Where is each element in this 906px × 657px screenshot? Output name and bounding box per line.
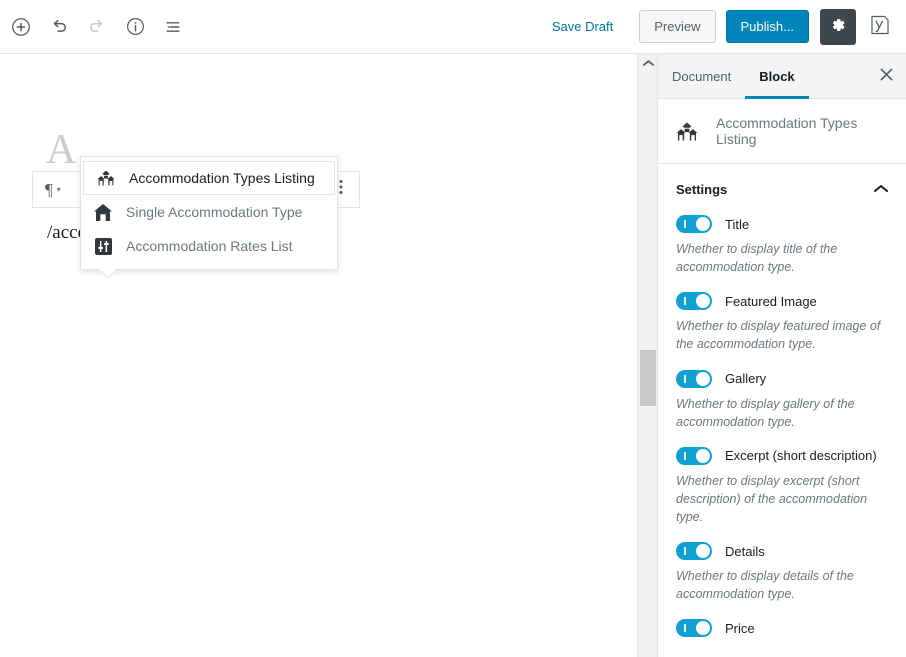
setting-label: Title [725, 216, 750, 232]
setting-row-title: Title [676, 215, 888, 233]
sliders-icon [93, 237, 113, 255]
editor-window: Save Draft Preview Publish... A ¶ ▾ /acc… [0, 0, 906, 657]
list-view-icon [163, 17, 183, 37]
save-draft-button[interactable]: Save Draft [542, 13, 623, 40]
autocomplete-item-accommodation-rates-list[interactable]: Accommodation Rates List [81, 229, 337, 263]
plus-circle-icon [10, 16, 32, 38]
houses-cluster-icon [96, 170, 116, 186]
setting-label: Gallery [725, 371, 767, 386]
block-navigation-button[interactable] [154, 8, 192, 46]
setting-description: Whether to display excerpt (short descri… [676, 473, 868, 524]
settings-sidebar: Document Block Accommodation Types Listi… [657, 54, 906, 657]
close-icon [880, 68, 893, 84]
slash-autocomplete-popover: Accommodation Types Listing Single Accom… [80, 156, 338, 270]
toggle-gallery[interactable] [676, 369, 712, 388]
toggle-title[interactable] [676, 215, 712, 233]
preview-button[interactable]: Preview [639, 10, 716, 43]
autocomplete-item-label: Accommodation Rates List [126, 238, 293, 254]
setting-row-gallery: Gallery [676, 369, 888, 388]
content-info-button[interactable] [116, 8, 154, 46]
scrollbar-thumb[interactable] [640, 350, 656, 406]
setting-description: Whether to display details of the accomm… [676, 569, 854, 602]
setting-label: Excerpt (short description) [725, 448, 877, 464]
chevron-up-icon [874, 180, 888, 198]
chevron-up-icon [642, 54, 654, 72]
publish-button[interactable]: Publish... [725, 10, 809, 43]
popover-pointer [99, 269, 115, 278]
setting-description: Whether to display title of the accommod… [676, 242, 838, 275]
redo-button[interactable] [78, 8, 116, 46]
houses-cluster-icon [676, 122, 698, 141]
autocomplete-item-label: Single Accommodation Type [126, 204, 303, 220]
post-title-placeholder[interactable]: A [46, 129, 76, 171]
autocomplete-item-single-accommodation-type[interactable]: Single Accommodation Type [81, 195, 337, 229]
setting-label: Featured Image [725, 293, 817, 309]
block-type-button[interactable]: ¶ ▾ [33, 172, 71, 207]
setting-row-featured-image: Featured Image [676, 292, 888, 311]
toolbar-left-group [0, 8, 192, 46]
close-sidebar-button[interactable] [866, 54, 906, 99]
sidebar-tabs: Document Block [658, 54, 906, 99]
yoast-seo-icon [869, 13, 891, 40]
redo-icon [87, 17, 107, 37]
setting-row-excerpt: Excerpt (short description) [676, 446, 888, 465]
tab-document[interactable]: Document [658, 54, 745, 99]
setting-row-details: Details [676, 542, 888, 561]
autocomplete-item-label: Accommodation Types Listing [129, 170, 315, 186]
chevron-down-icon: ▾ [56, 185, 61, 194]
undo-button[interactable] [40, 8, 78, 46]
setting-label: Details [725, 543, 765, 559]
setting-description: Whether to display gallery of the accomm… [676, 396, 855, 429]
more-vertical-icon [339, 179, 343, 200]
setting-row-price: Price [676, 619, 888, 638]
toggle-featured-image[interactable] [676, 292, 712, 311]
autocomplete-item-accommodation-types-listing[interactable]: Accommodation Types Listing [83, 161, 335, 195]
add-block-button[interactable] [2, 8, 40, 46]
settings-toggle-button[interactable] [820, 8, 856, 45]
info-circle-icon [125, 16, 146, 37]
gear-icon [829, 16, 847, 37]
toggle-details[interactable] [676, 542, 712, 561]
sidebar-block-header: Accommodation Types Listing [658, 99, 906, 164]
sidebar-block-title: Accommodation Types Listing [716, 115, 858, 147]
editor-scrollbar[interactable] [637, 54, 657, 657]
scroll-up-button[interactable] [638, 54, 658, 72]
setting-description: Whether to display featured image of the… [676, 319, 881, 352]
toggle-price[interactable] [676, 619, 712, 638]
toggle-excerpt[interactable] [676, 446, 712, 465]
house-icon [93, 203, 113, 221]
top-toolbar: Save Draft Preview Publish... [0, 0, 906, 54]
editor-canvas: A ¶ ▾ /accom Accommodation Types Listing… [0, 54, 637, 657]
settings-panel-header[interactable]: Settings [658, 164, 906, 208]
settings-panel-body: Title Whether to display title of the ac… [658, 215, 906, 657]
paragraph-icon: ¶ [45, 179, 53, 199]
yoast-seo-button[interactable] [862, 9, 898, 45]
undo-icon [49, 17, 69, 37]
settings-panel-title: Settings [676, 181, 728, 197]
tab-block[interactable]: Block [745, 54, 809, 99]
setting-label: Price [725, 620, 755, 636]
toolbar-right-group: Save Draft Preview Publish... [542, 8, 906, 45]
